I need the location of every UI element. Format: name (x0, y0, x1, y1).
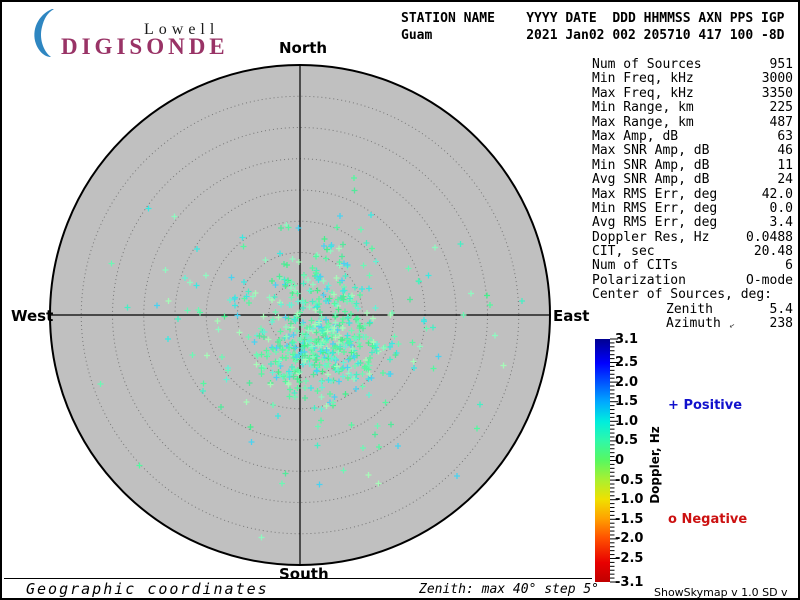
legend-negative-label: Negative (681, 512, 747, 527)
colorbar-tick-label: 2.5 (615, 356, 657, 369)
colorbar-tick-label: 1.0 (615, 415, 657, 428)
footer-separator (4, 578, 592, 579)
stats-row: Max SNR Amp, dB 46 (592, 144, 793, 158)
azimuth-arrow-icon: → (725, 318, 737, 333)
stats-row: Doppler Res, Hz 0.0488 (592, 231, 793, 245)
stat-value: 225 (770, 101, 793, 115)
stats-row: CIT, sec 20.48 (592, 245, 793, 259)
stats-row: Avg SNR Amp, dB 24 (592, 173, 793, 187)
stat-label: Max RMS Err, deg (592, 188, 717, 202)
stats-row: Max Amp, dB 63 (592, 130, 793, 144)
stat-label: Max Amp, dB (592, 130, 678, 144)
stat-label: Azimuth → (592, 317, 734, 331)
compass-south-label: South (279, 565, 321, 583)
plus-symbol-icon: + (668, 398, 679, 413)
legend-positive-label: Positive (683, 398, 742, 413)
stats-row: Min SNR Amp, dB 11 (592, 159, 793, 173)
stats-row: Avg RMS Err, deg 3.4 (592, 216, 793, 230)
stats-row: Min Range, km 225 (592, 101, 793, 115)
colorbar-tick-label: 0.5 (615, 434, 657, 447)
stat-value: 5.4 (770, 303, 793, 317)
compass-east-label: East (553, 307, 589, 325)
stat-label: Doppler Res, Hz (592, 231, 709, 245)
stat-label: Center of Sources, deg: (592, 288, 772, 302)
circle-symbol-icon: o (668, 512, 677, 527)
footer-version-label: ShowSkymap v 1.0 SD v 5.1 (654, 586, 798, 600)
header-labels-row: STATION NAME YYYY DATE DDD HHMMSS AXN PP… (401, 10, 785, 27)
stat-label: Avg SNR Amp, dB (592, 173, 709, 187)
stats-row: Azimuth → 238 (592, 317, 793, 331)
stat-label: Zenith (592, 303, 713, 317)
colorbar-tick-label: 2.0 (615, 376, 657, 389)
colorbar-tick-label: -0.5 (615, 474, 657, 487)
stats-row: Zenith 5.4 (592, 303, 793, 317)
stats-row: Min RMS Err, deg 0.0 (592, 202, 793, 216)
stat-label: Min Freq, kHz (592, 72, 694, 86)
stats-row: Min Freq, kHz 3000 (592, 72, 793, 86)
stat-label: Max Freq, kHz (592, 87, 694, 101)
stat-value: 3350 (762, 87, 793, 101)
stat-value: 42.0 (762, 188, 793, 202)
stat-label: Max Range, km (592, 116, 694, 130)
stat-value: 3000 (762, 72, 793, 86)
header-values-row: Guam 2021 Jan02 002 205710 417 100 -8D (401, 27, 785, 44)
stat-value: 951 (770, 58, 793, 72)
stats-row: Num of CITs 6 (592, 259, 793, 273)
colorbar-tick-label: 0 (615, 454, 657, 467)
compass-west-label: West (11, 307, 53, 325)
colorbar-tick-label: -1.0 (615, 493, 657, 506)
colorbar-gradient (595, 339, 610, 582)
stat-label: CIT, sec (592, 245, 655, 259)
footer-zenith-info: Zenith: max 40° step 5° (419, 582, 599, 597)
stat-value: 6 (785, 259, 793, 273)
stats-row: Max Range, km 487 (592, 116, 793, 130)
stats-panel: Num of Sources951Min Freq, kHz3000Max Fr… (592, 58, 793, 331)
stat-label: Min Range, km (592, 101, 694, 115)
stat-label: Min SNR Amp, dB (592, 159, 709, 173)
stat-value: 0.0 (770, 202, 793, 216)
stat-label: Max SNR Amp, dB (592, 144, 709, 158)
stat-value: 20.48 (754, 245, 793, 259)
stat-label: Min RMS Err, deg (592, 202, 717, 216)
stat-label: Num of Sources (592, 58, 702, 72)
colorbar-tick-label: -2.0 (615, 532, 657, 545)
stat-value: 3.4 (770, 216, 793, 230)
skymap-window: Lowell DIGISONDE STATION NAME YYYY DATE … (0, 0, 800, 600)
stats-row: Max RMS Err, deg 42.0 (592, 188, 793, 202)
compass-north-label: North (279, 39, 321, 57)
stats-row: Num of Sources 951 (592, 58, 793, 72)
colorbar-tick-label: -2.5 (615, 552, 657, 565)
logo-digisonde: DIGISONDE (61, 34, 229, 60)
stat-label: Avg RMS Err, deg (592, 216, 717, 230)
stats-row: Polarization O-mode (592, 274, 793, 288)
stat-value: 238 (770, 317, 793, 331)
stats-row: Max Freq, kHz 3350 (592, 87, 793, 101)
stat-value: 46 (777, 144, 793, 158)
stats-row: Center of Sources, deg: (592, 288, 793, 302)
stat-value: 487 (770, 116, 793, 130)
legend-negative: o Negative (668, 512, 747, 527)
stat-label: Num of CITs (592, 259, 678, 273)
colorbar-tick-label: 1.5 (615, 395, 657, 408)
legend-positive: + Positive (668, 398, 742, 413)
footer-coordinates-label: Geographic coordinates (26, 580, 269, 598)
colorbar-tick-label: -1.5 (615, 513, 657, 526)
colorbar-tick-label: -3.1 (615, 576, 657, 589)
stat-value: 11 (777, 159, 793, 173)
stat-value: O-mode (746, 274, 793, 288)
stat-label: Polarization (592, 274, 686, 288)
stat-value: 63 (777, 130, 793, 144)
colorbar-tick-label: 3.1 (615, 333, 657, 346)
stat-value: 24 (777, 173, 793, 187)
stat-value: 0.0488 (746, 231, 793, 245)
